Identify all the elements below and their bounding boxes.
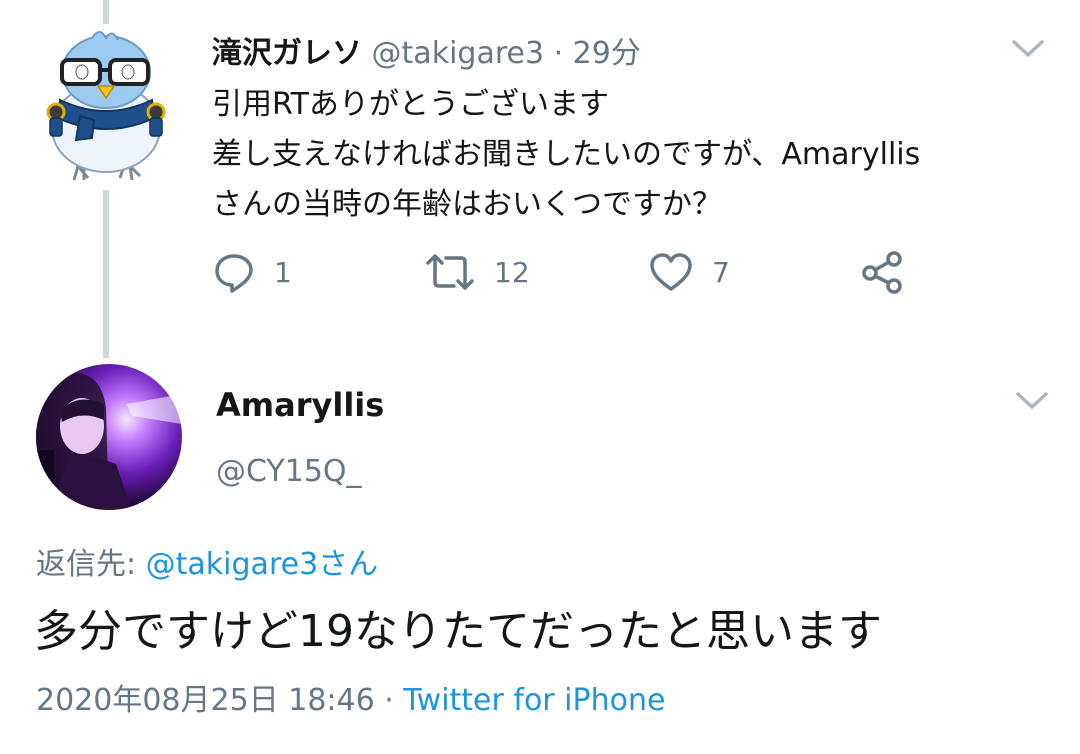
handle[interactable]: @CY15Q_ xyxy=(216,452,362,492)
tweet-text-line: さんの当時の年齢はおいくつですか？ xyxy=(212,187,722,222)
source-link[interactable]: Twitter for iPhone xyxy=(403,683,665,718)
heart-icon xyxy=(650,253,692,291)
retweet-button[interactable]: 12 xyxy=(424,248,530,296)
tweet-footer: 2020年08月25日 18:46 · Twitter for iPhone xyxy=(36,680,665,722)
footer-separator: · xyxy=(374,683,404,718)
reply-icon xyxy=(215,254,253,293)
display-name[interactable]: 滝沢ガレソ xyxy=(212,36,362,71)
tweet-text: 引用RTありがとうございます 差し支えなければお聞きしたいのですが、Amaryl… xyxy=(212,80,1072,230)
thread-line-top xyxy=(103,0,109,24)
bird-avatar[interactable] xyxy=(40,26,172,186)
like-count: 7 xyxy=(712,255,730,289)
reply-button[interactable]: 1 xyxy=(212,248,292,296)
thread-line-connector xyxy=(103,190,109,358)
tweet-text-line: 差し支えなければお聞きしたいのですが、Amaryllis xyxy=(212,137,921,172)
tweet-text-line: 引用RTありがとうございます xyxy=(212,87,609,122)
share-icon xyxy=(862,251,902,294)
meta-separator: · xyxy=(544,36,573,71)
reply-count: 1 xyxy=(274,255,292,289)
tweet-text: 多分ですけど19なりたてだったと思います xyxy=(34,606,882,657)
reply-to-label: 返信先: xyxy=(36,547,146,582)
like-button[interactable]: 7 xyxy=(648,248,730,296)
replying-to: 返信先: @takigare3さん xyxy=(36,544,378,586)
retweet-count: 12 xyxy=(494,255,530,289)
tweet-date: 2020年08月25日 18:46 xyxy=(36,683,375,718)
user-avatar[interactable] xyxy=(36,364,182,510)
handle[interactable]: @takigare3 xyxy=(372,36,545,71)
timestamp[interactable]: 29分 xyxy=(573,36,641,71)
chevron-down-icon[interactable] xyxy=(1008,34,1048,64)
parent-tweet-header: 滝沢ガレソ @takigare3 · 29分 xyxy=(212,34,641,74)
display-name[interactable]: Amaryllis xyxy=(216,384,384,426)
tweet-actions: 1 12 7 xyxy=(212,248,952,296)
mention-link[interactable]: @takigare3さん xyxy=(146,547,379,582)
share-button[interactable] xyxy=(860,248,906,296)
chevron-down-icon[interactable] xyxy=(1012,386,1052,416)
retweet-icon xyxy=(426,254,474,290)
